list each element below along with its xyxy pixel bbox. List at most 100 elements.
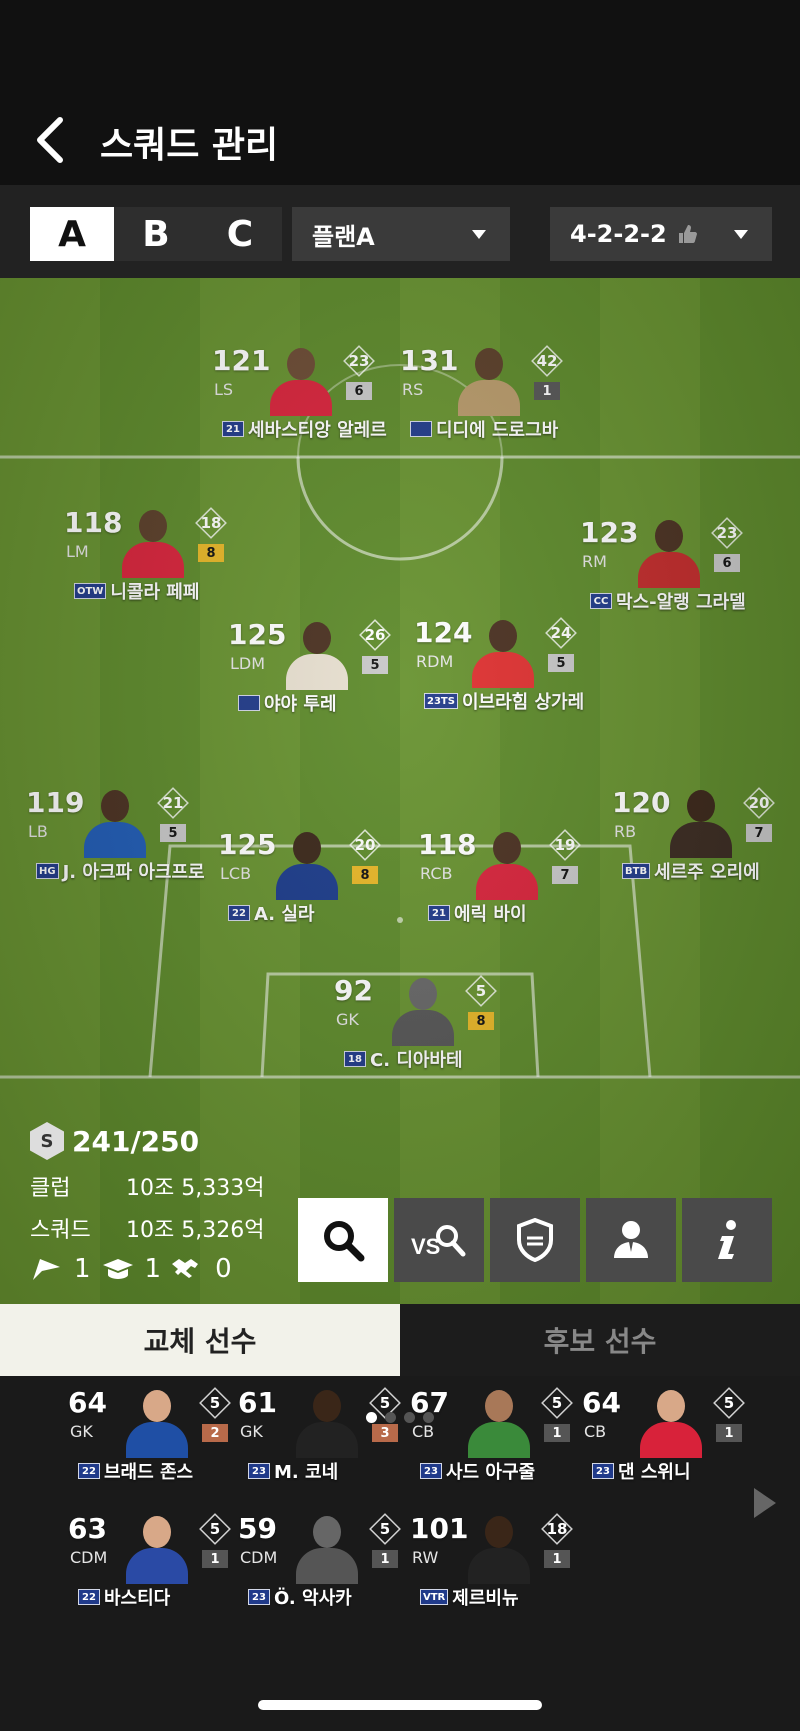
- season-badge: 22: [228, 905, 250, 921]
- player-card[interactable]: 120 RB 20 7 BTB 세르주 오리에: [612, 786, 800, 906]
- page-dot[interactable]: [366, 1412, 377, 1423]
- player-kit: [286, 654, 348, 690]
- player-kit: [296, 1548, 358, 1584]
- caret-down-icon: [734, 230, 748, 239]
- player-namebar: CC 막스-알랭 그라델: [590, 590, 746, 613]
- player-kit: [458, 380, 520, 416]
- player-enhance-grade: 1: [372, 1550, 398, 1568]
- player-namebar: 23 사드 아구줄: [420, 1460, 536, 1483]
- formation-label: 4-2-2-2: [570, 220, 667, 248]
- player-position: RM: [582, 552, 607, 571]
- player-position: GK: [336, 1010, 359, 1029]
- player-card[interactable]: 121 LS 23 6 21 세바스티앙 알레르: [212, 344, 432, 464]
- squad-tab-a[interactable]: A: [30, 207, 114, 261]
- player-card[interactable]: 125 LCB 20 8 22 A. 실라: [218, 828, 438, 948]
- squad-tab-b[interactable]: B: [114, 207, 198, 261]
- player-name: 사드 아구줄: [446, 1462, 536, 1483]
- player-photo: [260, 344, 340, 416]
- count-3: 0: [215, 1254, 232, 1284]
- season-badge: OTW: [74, 583, 107, 599]
- page-dot[interactable]: [423, 1412, 434, 1423]
- player-card[interactable]: 118 LM 18 8 OTW 니콜라 페페: [64, 506, 284, 626]
- club-label: 클럽: [30, 1176, 71, 1201]
- player-level: 5: [466, 976, 496, 1006]
- team-counts: 1 1 0: [30, 1254, 290, 1284]
- player-enhance-grade: 8: [198, 544, 224, 562]
- info-button[interactable]: [682, 1198, 772, 1282]
- player-position: LDM: [230, 654, 266, 673]
- player-kit: [670, 822, 732, 858]
- player-name: C. 디아바테: [370, 1050, 463, 1071]
- season-badge: 22: [78, 1589, 100, 1605]
- player-position: RW: [412, 1548, 439, 1567]
- team-color-button[interactable]: [490, 1198, 580, 1282]
- player-enhance-grade: 1: [544, 1550, 570, 1568]
- squad-label: 스쿼드: [30, 1218, 91, 1243]
- page-title: 스쿼드 관리: [100, 125, 279, 166]
- player-name: M. 코네: [274, 1462, 339, 1483]
- player-enhance-grade: 8: [468, 1012, 494, 1030]
- search-icon: [324, 1221, 365, 1262]
- player-level: 23: [712, 518, 742, 548]
- player-name: 니콜라 페페: [110, 582, 200, 603]
- back-button[interactable]: [30, 112, 80, 168]
- player-position: CDM: [240, 1548, 278, 1567]
- plan-dropdown[interactable]: 플랜A: [292, 207, 510, 261]
- player-enhance-grade: 2: [202, 1424, 228, 1442]
- player-card[interactable]: 124 RDM 24 5 23TS 이브라힘 상가레: [414, 616, 634, 736]
- player-level: 21: [158, 788, 188, 818]
- graduation-cap-icon: [102, 1259, 133, 1279]
- bench-panel: 64 GK 5 2 22 브래드 존스 61 GK 5 3 23 M. 코네 67 CB 5 1 23 사드 아구…: [0, 1376, 800, 1731]
- player-search-button[interactable]: [298, 1198, 388, 1282]
- player-head: [687, 790, 715, 822]
- player-level: 26: [360, 620, 390, 650]
- player-photo: [266, 828, 346, 900]
- player-namebar: OTW 니콜라 페페: [74, 580, 200, 603]
- season-badge: [410, 421, 432, 437]
- player-kit: [638, 552, 700, 588]
- player-card[interactable]: 101 RW 18 1 VTR 제르비뉴: [410, 1512, 630, 1632]
- versus-search-button[interactable]: VS: [394, 1198, 484, 1282]
- player-position: RCB: [420, 864, 453, 883]
- season-badge: 21: [222, 421, 244, 437]
- player-photo: [382, 974, 462, 1046]
- page-dot[interactable]: [404, 1412, 415, 1423]
- home-indicator: [258, 1700, 542, 1710]
- page-dot[interactable]: [385, 1412, 396, 1423]
- player-position: LB: [28, 822, 48, 841]
- player-head: [303, 622, 331, 654]
- squad-tab-c[interactable]: C: [198, 207, 282, 261]
- player-card[interactable]: 119 LB 21 5 HG J. 아크파 아크프로: [26, 786, 246, 906]
- player-head: [655, 520, 683, 552]
- player-namebar: 18 C. 디아바테: [344, 1048, 463, 1071]
- player-name: 이브라힘 상가레: [461, 692, 585, 713]
- player-namebar: 22 브래드 존스: [78, 1460, 193, 1483]
- caret-down-icon: [472, 230, 486, 239]
- tab-reserves[interactable]: 후보 선수: [400, 1304, 800, 1376]
- player-kit: [84, 822, 146, 858]
- player-name: 디디에 드로그바: [436, 420, 559, 441]
- player-enhance-grade: 8: [352, 866, 378, 884]
- player-kit: [126, 1422, 188, 1458]
- next-page-arrow-icon[interactable]: [754, 1488, 776, 1518]
- team-shield-icon: [517, 1218, 553, 1262]
- manager-button[interactable]: [586, 1198, 676, 1282]
- player-card[interactable]: 118 RCB 19 7 21 에릭 바이: [418, 828, 638, 948]
- player-kit: [276, 864, 338, 900]
- player-card[interactable]: 92 GK 5 8 18 C. 디아바테: [334, 974, 554, 1094]
- player-head: [409, 978, 437, 1010]
- player-photo: [286, 1512, 366, 1584]
- player-card[interactable]: 131 RS 42 1 디디에 드로그바: [400, 344, 620, 464]
- tab-substitutes[interactable]: 교체 선수: [0, 1304, 400, 1376]
- player-position: GK: [70, 1422, 93, 1441]
- player-namebar: 22 바스티다: [78, 1586, 170, 1609]
- player-name: 세르주 오리에: [654, 862, 760, 883]
- formation-dropdown[interactable]: 4-2-2-2: [550, 207, 772, 261]
- squad-toolbar: A B C 플랜A 4-2-2-2: [0, 185, 800, 278]
- season-badge: 23: [420, 1463, 442, 1479]
- season-badge: 21: [428, 905, 450, 921]
- player-kit: [296, 1422, 358, 1458]
- player-kit: [468, 1422, 530, 1458]
- player-position: CB: [412, 1422, 435, 1441]
- season-badge: 23TS: [424, 693, 458, 709]
